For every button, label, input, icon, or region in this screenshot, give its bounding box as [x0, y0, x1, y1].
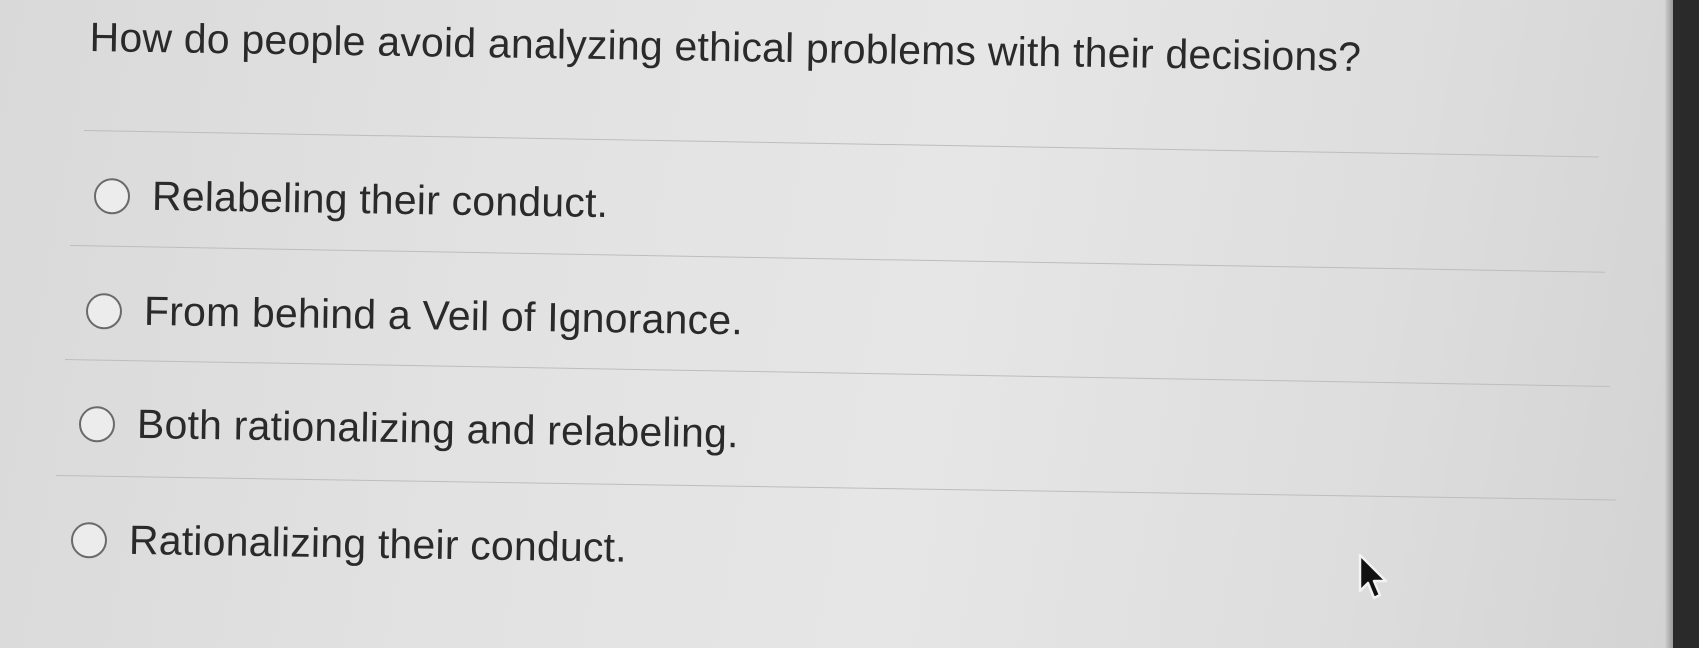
answer-option-label: Relabeling their conduct.	[151, 172, 609, 227]
radio-button[interactable]	[78, 405, 116, 443]
divider	[55, 475, 1616, 501]
answer-option-4[interactable]: Rationalizing their conduct.	[70, 516, 628, 572]
answer-option-1[interactable]: Relabeling their conduct.	[93, 172, 609, 227]
question-text: How do people avoid analyzing ethical pr…	[89, 14, 1362, 80]
mouse-pointer-icon	[1358, 553, 1388, 600]
divider	[64, 359, 1610, 387]
answer-option-label: Rationalizing their conduct.	[128, 516, 628, 571]
radio-button[interactable]	[93, 177, 131, 215]
radio-button[interactable]	[85, 292, 123, 330]
answer-option-3[interactable]: Both rationalizing and relabeling.	[78, 400, 739, 457]
monitor-bezel	[1673, 0, 1699, 648]
screen-edge	[1665, 0, 1673, 648]
divider	[83, 130, 1599, 158]
radio-button[interactable]	[70, 521, 108, 559]
answer-option-2[interactable]: From behind a Veil of Ignorance.	[85, 287, 744, 344]
divider	[69, 245, 1605, 273]
answer-option-label: Both rationalizing and relabeling.	[136, 400, 739, 457]
quiz-screen: How do people avoid analyzing ethical pr…	[0, 0, 1699, 648]
answer-option-label: From behind a Veil of Ignorance.	[143, 287, 744, 344]
